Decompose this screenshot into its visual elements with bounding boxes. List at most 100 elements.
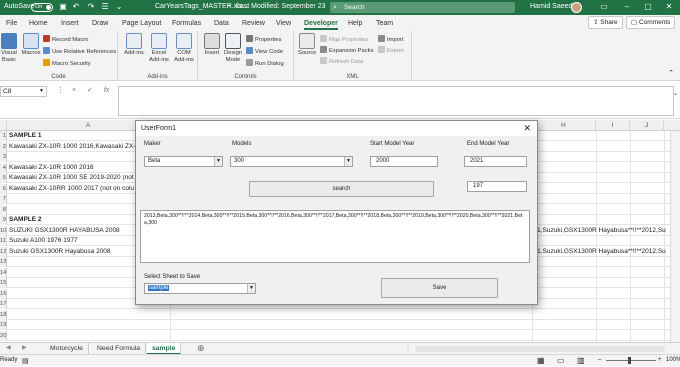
macros-button[interactable]: Macros [20, 33, 42, 57]
row-header[interactable]: 10 [0, 225, 7, 236]
cell-g-overflow[interactable] [534, 320, 670, 330]
row-header[interactable]: 7 [0, 194, 7, 204]
column-header-h[interactable]: H [532, 120, 596, 131]
search-box[interactable]: ⌕ Search [330, 2, 515, 13]
scroll-left-icon[interactable]: ◀ [6, 344, 11, 351]
cell-g-overflow[interactable] [534, 184, 670, 194]
enter-icon[interactable]: ✓ [87, 87, 93, 94]
expansion-packs-button[interactable]: Expansion Packs [320, 46, 373, 54]
zoom-in-icon[interactable]: + [658, 355, 662, 366]
zoom-out-icon[interactable]: – [598, 355, 601, 366]
row-header[interactable]: 19 [0, 320, 7, 330]
design-mode-button[interactable]: Design Mode [223, 33, 243, 64]
vertical-scrollbar[interactable] [670, 131, 680, 342]
save-button[interactable]: Save [381, 278, 498, 298]
cell-g-overflow[interactable] [534, 173, 670, 183]
map-properties-button[interactable]: Map Properties [320, 35, 368, 43]
cell-a[interactable] [9, 320, 169, 330]
cell-a[interactable] [9, 310, 169, 320]
horizontal-scrollbar[interactable] [415, 346, 665, 352]
cell-g-overflow[interactable] [534, 331, 670, 341]
scroll-right-icon[interactable]: ▶ [22, 344, 27, 351]
autosave-toggle[interactable]: On [31, 3, 53, 12]
undo-icon[interactable]: ↶ [71, 2, 81, 12]
redo-icon[interactable]: ↷ [86, 2, 96, 12]
maximize-icon[interactable]: ▢ [638, 1, 658, 13]
cell-g-overflow[interactable] [534, 310, 670, 320]
cell-g-overflow[interactable] [534, 163, 670, 173]
ribbon-display-icon[interactable]: ▭ [594, 1, 614, 13]
page-break-view-icon[interactable]: ▥ [577, 355, 585, 366]
customize-icon[interactable]: ⌄ [114, 2, 124, 12]
row-header[interactable]: 3 [0, 152, 7, 162]
cell-g-overflow[interactable] [534, 289, 670, 299]
cell-a[interactable] [9, 331, 169, 341]
tab-help[interactable]: Help [348, 17, 362, 30]
visual-basic-button[interactable]: Visual Basic [1, 33, 17, 64]
insert-function-icon[interactable]: fx [104, 87, 109, 94]
row-header[interactable]: 1 [0, 131, 7, 141]
expand-formula-icon[interactable]: ⌄ [673, 90, 678, 97]
import-button[interactable]: Import [378, 35, 403, 43]
row-header[interactable]: 9 [0, 215, 7, 225]
row-header[interactable]: 16 [0, 288, 7, 299]
refresh-data-button[interactable]: Refresh Data [320, 57, 363, 65]
row-header[interactable]: 11 [0, 236, 7, 246]
view-code-button[interactable]: View Code [246, 47, 283, 55]
run-dialog-button[interactable]: Run Dialog [246, 59, 284, 67]
row-header[interactable]: 4 [0, 162, 7, 173]
row-header[interactable]: 6 [0, 183, 7, 194]
add-sheet-icon[interactable]: ⊕ [197, 343, 205, 354]
row-header[interactable]: 20 [0, 330, 7, 341]
tab-file[interactable]: File [6, 17, 17, 30]
row-header[interactable]: 13 [0, 257, 7, 267]
models-combobox[interactable]: 300 ▼ [230, 156, 353, 167]
tab-data[interactable]: Data [214, 17, 229, 30]
cell-g-overflow[interactable] [534, 268, 670, 278]
export-button[interactable]: Export [378, 46, 404, 54]
zoom-slider-thumb[interactable] [628, 357, 631, 364]
share-button[interactable]: ⇪ Share [588, 16, 623, 29]
cell-g-overflow[interactable] [534, 142, 670, 152]
tab-page-layout[interactable]: Page Layout [122, 17, 161, 30]
output-textbox[interactable]: 2013,Beta,300**!!**2014,Beta,300**!!**20… [140, 210, 530, 263]
close-icon[interactable]: ✕ [523, 121, 531, 136]
chevron-down-icon[interactable]: ▼ [39, 87, 44, 96]
tab-team[interactable]: Team [376, 17, 393, 30]
user-name[interactable]: Hamid Saeed [530, 3, 572, 10]
avatar[interactable] [571, 2, 582, 13]
save-icon[interactable]: ▣ [58, 2, 68, 12]
tab-home[interactable]: Home [29, 17, 48, 30]
cell-g-overflow[interactable]: 11,Suzuki,GSX1300R Hayabusa**!!**2012,Su [534, 226, 670, 236]
end-year-field[interactable]: 2021 [464, 156, 527, 167]
cell-g-overflow[interactable] [534, 278, 670, 288]
tab-draw[interactable]: Draw [92, 17, 108, 30]
chevron-down-icon[interactable]: ▼ [344, 157, 352, 166]
properties-button[interactable]: Properties [246, 35, 281, 43]
zoom-slider[interactable] [606, 360, 656, 361]
macro-icon[interactable]: ☰ [100, 2, 110, 12]
start-year-field[interactable]: 2000 [370, 156, 438, 167]
row-header[interactable]: 14 [0, 267, 7, 278]
tab-developer[interactable]: Developer [304, 17, 338, 30]
minimize-icon[interactable]: – [617, 1, 637, 13]
select-all-corner[interactable] [0, 120, 7, 131]
macro-record-icon[interactable]: ▤ [22, 356, 29, 367]
cell-g-overflow[interactable] [534, 131, 670, 141]
cell-g-overflow[interactable]: 11,Suzuki,GSX1300R Hayabusa**!!**2012,Su [534, 247, 670, 257]
formula-input[interactable] [118, 86, 674, 116]
maker-combobox[interactable]: Beta ▼ [144, 156, 223, 167]
source-button[interactable]: Source [298, 33, 316, 57]
name-box[interactable]: C8 ▼ [0, 86, 47, 97]
dialog-title-bar[interactable]: UserForm1 ✕ [136, 121, 537, 136]
chevron-down-icon[interactable]: ▼ [214, 157, 222, 166]
column-header-i[interactable]: I [596, 120, 630, 131]
relative-refs-button[interactable]: Use Relative References [43, 47, 116, 55]
tab-view[interactable]: View [276, 17, 291, 30]
row-header[interactable]: 8 [0, 204, 7, 215]
tab-review[interactable]: Review [242, 17, 265, 30]
cell-g-overflow[interactable] [534, 205, 670, 215]
page-layout-view-icon[interactable]: ▭ [557, 355, 565, 366]
com-addins-button[interactable]: COM Add-ins [172, 33, 196, 64]
collapse-ribbon-icon[interactable]: ⌃ [668, 69, 674, 77]
